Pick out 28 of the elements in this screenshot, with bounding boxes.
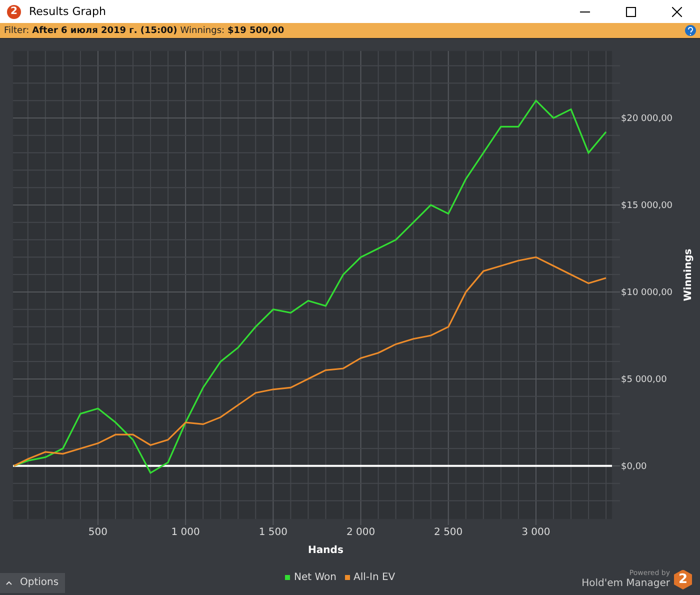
y-tick-label: $15 000,00 xyxy=(621,200,673,211)
options-button[interactable]: Options xyxy=(0,572,65,592)
winnings-label: Winnings: xyxy=(180,26,225,36)
y-axis-title: Winnings xyxy=(683,248,694,302)
x-tick-label: 500 xyxy=(88,527,108,538)
product-logo-icon: 2 xyxy=(674,570,692,590)
x-tick-label: 2 000 xyxy=(346,527,376,538)
close-icon xyxy=(672,6,682,16)
y-tick-label: $5 000,00 xyxy=(621,374,667,385)
maximize-icon xyxy=(626,6,636,16)
legend-label: All-In EV xyxy=(354,572,396,583)
y-tick-label: $0,00 xyxy=(621,462,647,472)
x-tick-label: 1 000 xyxy=(171,527,200,538)
legend-label: Net Won xyxy=(294,572,336,583)
x-axis-title: Hands xyxy=(308,545,344,556)
product-name: Hold'em Manager xyxy=(582,578,670,590)
window-title: Results Graph xyxy=(29,5,107,18)
x-tick-label: 1 500 xyxy=(258,527,288,538)
x-tick-label: 2 500 xyxy=(434,527,463,538)
x-tick-label: 3 000 xyxy=(522,527,550,538)
y-tick-label: $20 000,00 xyxy=(621,114,673,124)
help-icon[interactable] xyxy=(685,25,696,36)
winnings-value: $19 500,00 xyxy=(228,26,284,36)
caret-icon xyxy=(6,580,12,584)
y-tick-label: $10 000,00 xyxy=(621,288,673,298)
filter-value: After 6 июля 2019 г. (15:00) xyxy=(32,26,178,36)
app-logo-icon: 2 xyxy=(7,4,21,18)
filter-label: Filter: xyxy=(4,26,30,36)
